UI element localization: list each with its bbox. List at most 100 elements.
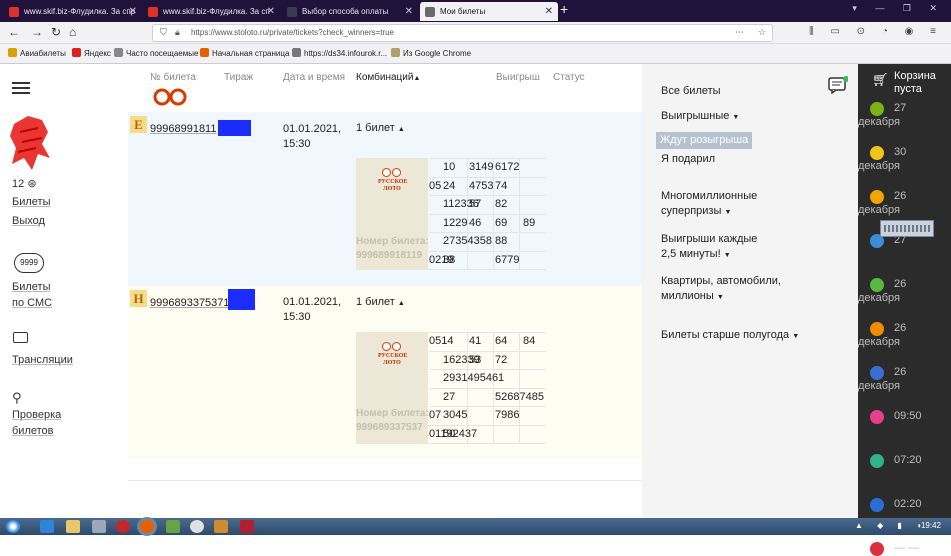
filter-older[interactable]: Билеты старше полугода ▼ (661, 328, 799, 344)
ticket-row-1: Е 99968991811 01.01.2021, 15:30 1 билет ▲… (128, 112, 642, 286)
app-icon[interactable] (240, 520, 254, 533)
tab-favicon-icon (9, 7, 19, 17)
bookmark-frequent[interactable]: Часто посещаемые (114, 48, 198, 58)
popup-tooltip (880, 220, 934, 237)
leftnav-tickets[interactable]: Билеты (12, 194, 50, 210)
app-icon[interactable] (166, 520, 180, 533)
grid-cell: 53 (469, 353, 482, 366)
russkoe-loto-logo: РУССКОЕ ЛОТО Номер билета: 999689918119 (356, 158, 429, 270)
window-controls[interactable]: ▾ — ❐ ✕ (852, 3, 945, 14)
ticket-comb-toggle[interactable]: 1 билет ▲ (356, 296, 405, 308)
app-icon[interactable] (214, 520, 228, 533)
bookmark-yandex[interactable]: Яндекс (72, 48, 111, 58)
col-ticket-number[interactable]: № билета (150, 72, 196, 83)
ticket-comb-toggle[interactable]: 1 билет ▲ (356, 122, 405, 134)
start-button[interactable] (6, 520, 20, 533)
lottery-logo-icon (870, 102, 884, 116)
col-status[interactable]: Статус (553, 72, 585, 83)
bookmark-chrome-folder[interactable]: Из Google Chrome (391, 48, 471, 58)
leftnav-sms-tickets[interactable]: Билеты по СМС (12, 279, 52, 311)
home-icon[interactable]: ⌂ (69, 25, 76, 39)
ball-icon: ⊛ (27, 178, 37, 190)
grid-line (429, 424, 546, 426)
filter-every-2-5-min[interactable]: Выигрыши каждые 2,5 минуты! ▼ (661, 232, 757, 263)
close-tab-icon[interactable]: ✕ (129, 2, 137, 21)
grid-line (493, 332, 494, 444)
grid-line (429, 250, 546, 252)
cart-icon[interactable]: 🛒︎ (872, 72, 889, 88)
page-actions-icon[interactable]: ⋯ (735, 27, 744, 38)
close-tab-icon[interactable]: ✕ (267, 2, 275, 21)
col-winnings[interactable]: Выигрыш (496, 72, 540, 83)
filter-flats-cars[interactable]: Квартиры, автомобили, миллионы ▼ (661, 274, 781, 305)
cart-status[interactable]: Корзина пуста (894, 70, 936, 96)
grid-line (429, 269, 546, 270)
tab-payment[interactable]: Выбор способа оплаты ✕ (282, 2, 418, 21)
tab-my-tickets[interactable]: Мои билеты ✕ (420, 2, 558, 21)
yandex-browser-icon[interactable] (190, 520, 204, 533)
ie-icon[interactable] (40, 520, 54, 533)
filter-winning[interactable]: Выигрышные ▼ (661, 109, 739, 125)
bookmark-aviabilety[interactable]: Авиабилеты (8, 48, 66, 58)
ticket-number-link[interactable]: 9996893375371 (150, 297, 230, 309)
sort-up-icon: ▲ (413, 75, 421, 82)
grid-cell: 38 (443, 253, 456, 266)
tray-icons[interactable]: ▲ ◆ ▮ ◑ (855, 521, 927, 530)
leftnav-streams[interactable]: Трансляции (12, 352, 73, 368)
opera-icon[interactable] (116, 520, 130, 533)
draw-time: — — (894, 542, 920, 554)
grid-cell: 10 (443, 161, 456, 173)
clock[interactable]: 19:42 (921, 521, 941, 530)
col-draw[interactable]: Тираж (224, 72, 253, 83)
lock-icon[interactable]: 🔒︎ (175, 27, 180, 38)
ticket-number-link[interactable]: 99968991811 (150, 123, 216, 135)
tab-skif-2[interactable]: www.skif.biz-Флудилка. За сп ✕ (143, 2, 280, 21)
avatar[interactable] (8, 114, 54, 176)
bookmark-star-icon[interactable]: ☆ (758, 27, 766, 38)
filter-superprizes[interactable]: Многомиллионные суперпризы ▼ (661, 189, 757, 220)
grid-line (429, 195, 546, 196)
forward-icon[interactable]: → (31, 25, 43, 39)
url-bar[interactable]: ⛉ 🔒︎ https://www.stoloto.ru/private/tick… (152, 24, 773, 42)
firefox-icon[interactable] (140, 520, 154, 533)
tab-favicon-icon (425, 7, 435, 17)
grid-line (429, 232, 546, 233)
back-icon[interactable]: ← (8, 25, 20, 39)
bookmark-infourok[interactable]: https://ds34.infourok.r... (292, 48, 387, 58)
app-icon[interactable] (92, 520, 106, 533)
shield-icon[interactable]: ⛉ (160, 27, 167, 38)
grid-line (429, 350, 546, 352)
tickets-table-header: № билета Тираж Дата и время Комбинаций▲ … (128, 64, 642, 106)
bookmark-home[interactable]: Начальная страница (200, 48, 289, 58)
reload-icon[interactable]: ↻ (51, 25, 61, 39)
close-tab-icon[interactable]: ✕ (405, 2, 413, 21)
filter-waiting[interactable]: Ждут розыгрыша (656, 132, 753, 149)
ticket-number-grid: 10 3149 6172 05 24 4753 74 112336 57 82 1229 46 69 89… (429, 158, 546, 270)
filter-gifted[interactable]: Я подарил (661, 152, 715, 167)
page-content: 12 ⊛ Билеты Выход 9999 Билеты по СМС Тран… (0, 64, 858, 518)
hamburger-menu-icon[interactable] (12, 82, 30, 94)
plane-icon (8, 48, 17, 57)
filter-all[interactable]: Все билеты (661, 84, 721, 99)
leftnav-check-tickets[interactable]: Проверка билетов (12, 407, 61, 439)
grid-cell: 46 (469, 216, 482, 229)
ticket-card-1: РУССКОЕ ЛОТО Номер билета: 999689918119 1… (356, 158, 546, 270)
toolbar-icons[interactable]: ⫼ ▭ ⊙ ◔ ◉ ≡ (809, 26, 943, 37)
draw-month: декабря (858, 116, 900, 128)
new-tab-icon[interactable]: + (560, 1, 568, 17)
grid-line (493, 158, 494, 270)
grid-cell: 4753 (469, 179, 494, 192)
lottery-logo-icon (870, 454, 884, 468)
tab-skif-1[interactable]: www.skif.biz-Флудилка. За спр ✕ (4, 2, 142, 21)
col-date[interactable]: Дата и время (283, 72, 345, 83)
chat-icon[interactable] (828, 76, 849, 95)
grid-line (429, 406, 546, 407)
col-combinations[interactable]: Комбинаций▲ (356, 72, 420, 83)
bonus-count[interactable]: 12 ⊛ (12, 176, 37, 192)
explorer-icon[interactable] (66, 520, 80, 533)
url-text[interactable]: https://www.stoloto.ru/private/tickets?c… (191, 28, 394, 37)
close-tab-icon[interactable]: ✕ (545, 2, 553, 21)
ticket-date: 01.01.2021, 15:30 (283, 123, 342, 150)
grid-cell: 6172 (495, 161, 520, 173)
leftnav-logout[interactable]: Выход (12, 213, 45, 229)
